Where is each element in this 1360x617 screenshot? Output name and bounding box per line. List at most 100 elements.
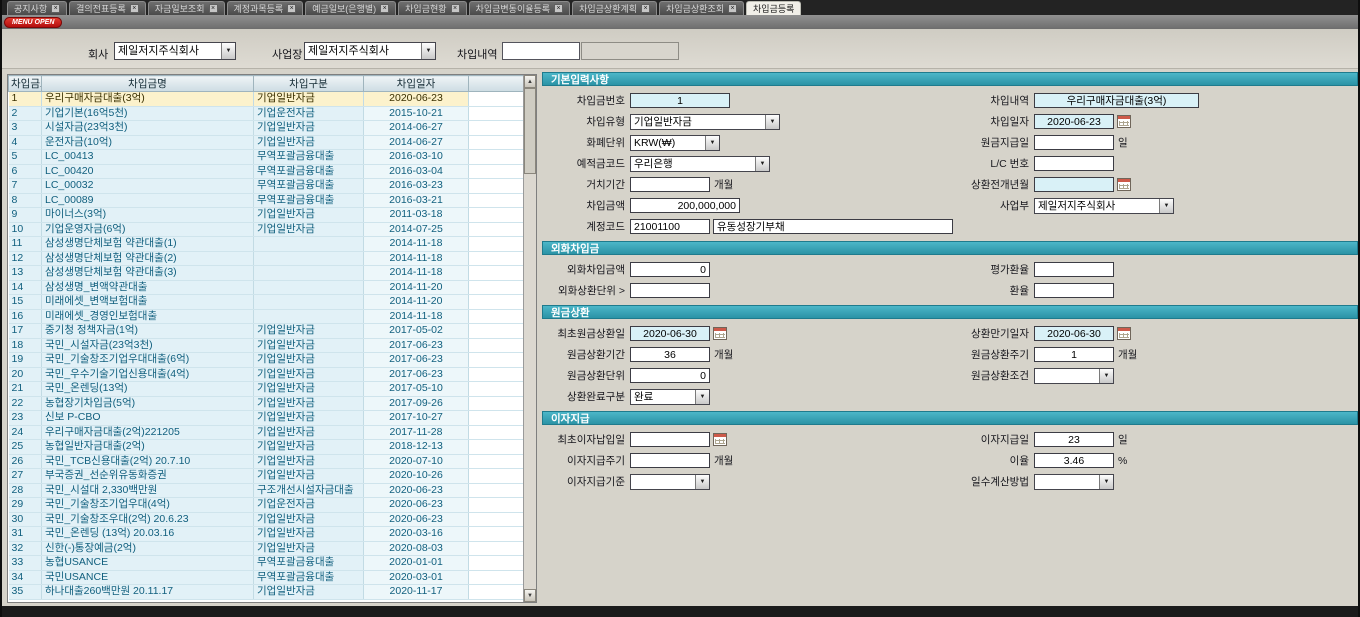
day-count-method-select[interactable]: ▼ [1034, 474, 1114, 490]
table-row[interactable]: 3시설자금(23억3천)기업일반자금2014-06-27 [9, 121, 525, 136]
calendar-icon[interactable] [1117, 327, 1131, 340]
table-row[interactable]: 23신보 P-CBO기업일반자금2017-10-27 [9, 411, 525, 426]
principal-period-field[interactable] [630, 347, 710, 362]
calendar-icon[interactable] [1117, 115, 1131, 128]
col-header-name[interactable]: 차입금명 [42, 76, 254, 92]
fx-repay-unit-field[interactable] [630, 283, 710, 298]
scroll-thumb[interactable] [524, 88, 536, 174]
chevron-down-icon[interactable]: ▼ [755, 157, 769, 171]
col-header-date[interactable]: 차입일자 [364, 76, 469, 92]
chevron-down-icon[interactable]: ▼ [705, 136, 719, 150]
tab-계정과목등록[interactable]: 계정과목등록× [227, 1, 304, 15]
table-row[interactable]: 35하나대출260백만원 20.11.17기업일반자금2020-11-17 [9, 585, 525, 600]
first-principal-date-field[interactable] [630, 326, 710, 341]
table-row[interactable]: 27부국증권_선순위유동화증권기업일반자금2020-10-26 [9, 469, 525, 484]
loan-type-select[interactable]: 기업일반자금 ▼ [630, 114, 780, 130]
chevron-down-icon[interactable]: ▼ [695, 390, 709, 404]
currency-select[interactable]: KRW(₩) ▼ [630, 135, 720, 151]
table-row[interactable]: 15미래에셋_변액보험대출2014-11-20 [9, 295, 525, 310]
table-row[interactable]: 31국민_온렌딩 (13억) 20.03.16기업일반자금2020-03-16 [9, 527, 525, 542]
calendar-icon[interactable] [713, 433, 727, 446]
table-row[interactable]: 28국민_시설대 2,330백만원구조개선시설자금대출2020-06-23 [9, 483, 525, 498]
exchange-rate-field[interactable] [1034, 283, 1114, 298]
menu-open-button[interactable]: MENU OPEN [4, 17, 62, 28]
table-row[interactable]: 22농협장기차입금(5억)기업일반자금2017-09-26 [9, 396, 525, 411]
table-row[interactable]: 8LC_00089무역포괄금융대출2016-03-21 [9, 193, 525, 208]
loan-desc-input-secondary[interactable] [581, 42, 679, 60]
loan-desc-detail-field[interactable] [1034, 93, 1199, 108]
table-row[interactable]: 7LC_00032무역포괄금융대출2016-03-23 [9, 179, 525, 194]
pre-repay-ym-field[interactable] [1034, 177, 1114, 192]
table-row[interactable]: 20국민_우수기술기업신용대출(4억)기업일반자금2017-06-23 [9, 367, 525, 382]
account-code-field[interactable] [630, 219, 710, 234]
maturity-date-field[interactable] [1034, 326, 1114, 341]
interest-pay-day-field[interactable] [1034, 432, 1114, 447]
interest-cycle-field[interactable] [630, 453, 710, 468]
table-row[interactable]: 2기업기본(16억5천)기업운전자금2015-10-21 [9, 106, 525, 121]
tab-차입금상환계획[interactable]: 차입금상환계획× [572, 1, 657, 15]
tab-close-icon[interactable]: × [130, 4, 139, 13]
tab-차입금상환조회[interactable]: 차입금상환조회× [659, 1, 744, 15]
repay-complete-select[interactable]: 완료 ▼ [630, 389, 710, 405]
table-row[interactable]: 5LC_00413무역포괄금융대출2016-03-10 [9, 150, 525, 165]
table-row[interactable]: 18국민_시설자금(23억3천)기업일반자금2017-06-23 [9, 338, 525, 353]
table-scrollbar[interactable]: ▲ ▼ [523, 75, 536, 602]
col-header-type[interactable]: 차입구분 [254, 76, 364, 92]
eval-rate-field[interactable] [1034, 262, 1114, 277]
tab-close-icon[interactable]: × [641, 4, 650, 13]
table-row[interactable]: 25농협일반자금대출(2억)기업일반자금2018-12-13 [9, 440, 525, 455]
table-row[interactable]: 10기업운영자금(6억)기업일반자금2014-07-25 [9, 222, 525, 237]
chevron-down-icon[interactable]: ▼ [421, 43, 435, 59]
calendar-icon[interactable] [1117, 178, 1131, 191]
tab-차입금현황[interactable]: 차입금현황× [398, 1, 466, 15]
chevron-down-icon[interactable]: ▼ [695, 475, 709, 489]
loan-amount-field[interactable] [630, 198, 740, 213]
tab-close-icon[interactable]: × [51, 4, 60, 13]
tab-close-icon[interactable]: × [287, 4, 296, 13]
grace-period-field[interactable] [630, 177, 710, 192]
chevron-down-icon[interactable]: ▼ [1099, 475, 1113, 489]
table-row[interactable]: 21국민_온렌딩(13억)기업일반자금2017-05-10 [9, 382, 525, 397]
loan-no-field[interactable] [630, 93, 730, 108]
tab-공지사항[interactable]: 공지사항× [7, 1, 67, 15]
table-row[interactable]: 17중기청 정책자금(1억)기업일반자금2017-05-02 [9, 324, 525, 339]
chevron-down-icon[interactable]: ▼ [221, 43, 235, 59]
first-interest-date-field[interactable] [630, 432, 710, 447]
tab-자금일보조회[interactable]: 자금일보조회× [148, 1, 225, 15]
table-row[interactable]: 14삼성생명_변액약관대출2014-11-20 [9, 280, 525, 295]
col-header-code[interactable]: 차입금코드 [9, 76, 42, 92]
tab-차입금변동이율등록[interactable]: 차입금변동이율등록× [469, 1, 571, 15]
loan-date-field[interactable] [1034, 114, 1114, 129]
table-row[interactable]: 11삼성생명단체보험 약관대출(1)2014-11-18 [9, 237, 525, 252]
tab-결의전표등록[interactable]: 결의전표등록× [69, 1, 146, 15]
table-row[interactable]: 33농협USANCE무역포괄금융대출2020-01-01 [9, 556, 525, 571]
principal-pay-day-field[interactable] [1034, 135, 1114, 150]
loan-desc-input[interactable] [502, 42, 580, 60]
tab-close-icon[interactable]: × [209, 4, 218, 13]
chevron-down-icon[interactable]: ▼ [765, 115, 779, 129]
table-row[interactable]: 16미래에셋_경영인보험대출2014-11-18 [9, 309, 525, 324]
table-row[interactable]: 4운전자금(10억)기업일반자금2014-06-27 [9, 135, 525, 150]
tab-close-icon[interactable]: × [380, 4, 389, 13]
lc-no-field[interactable] [1034, 156, 1114, 171]
scroll-up-icon[interactable]: ▲ [524, 75, 536, 88]
deposit-code-select[interactable]: 우리은행 ▼ [630, 156, 770, 172]
site-select[interactable]: 제일저지주식회사 ▼ [304, 42, 436, 60]
interest-basis-select[interactable]: ▼ [630, 474, 710, 490]
table-row[interactable]: 6LC_00420무역포괄금융대출2016-03-04 [9, 164, 525, 179]
scroll-down-icon[interactable]: ▼ [524, 589, 536, 602]
table-row[interactable]: 29국민_기술창조기업우대(4억)기업운전자금2020-06-23 [9, 498, 525, 513]
tab-close-icon[interactable]: × [728, 4, 737, 13]
principal-unit-field[interactable] [630, 368, 710, 383]
table-row[interactable]: 26국민_TCB신용대출(2억) 20.7.10기업일반자금2020-07-10 [9, 454, 525, 469]
chevron-down-icon[interactable]: ▼ [1159, 199, 1173, 213]
business-unit-select[interactable]: 제일저지주식회사 ▼ [1034, 198, 1174, 214]
calendar-icon[interactable] [713, 327, 727, 340]
table-row[interactable]: 9마이너스(3억)기업일반자금2011-03-18 [9, 208, 525, 223]
table-row[interactable]: 12삼성생명단체보험 약관대출(2)2014-11-18 [9, 251, 525, 266]
principal-cycle-field[interactable] [1034, 347, 1114, 362]
table-row[interactable]: 32신한(-)통장예금(2억)기업일반자금2020-08-03 [9, 541, 525, 556]
tab-차입금등록[interactable]: 차입금등록 [746, 1, 801, 15]
company-select[interactable]: 제일저지주식회사 ▼ [114, 42, 236, 60]
table-row[interactable]: 1우리구매자금대출(3억)기업일반자금2020-06-23 [9, 92, 525, 107]
